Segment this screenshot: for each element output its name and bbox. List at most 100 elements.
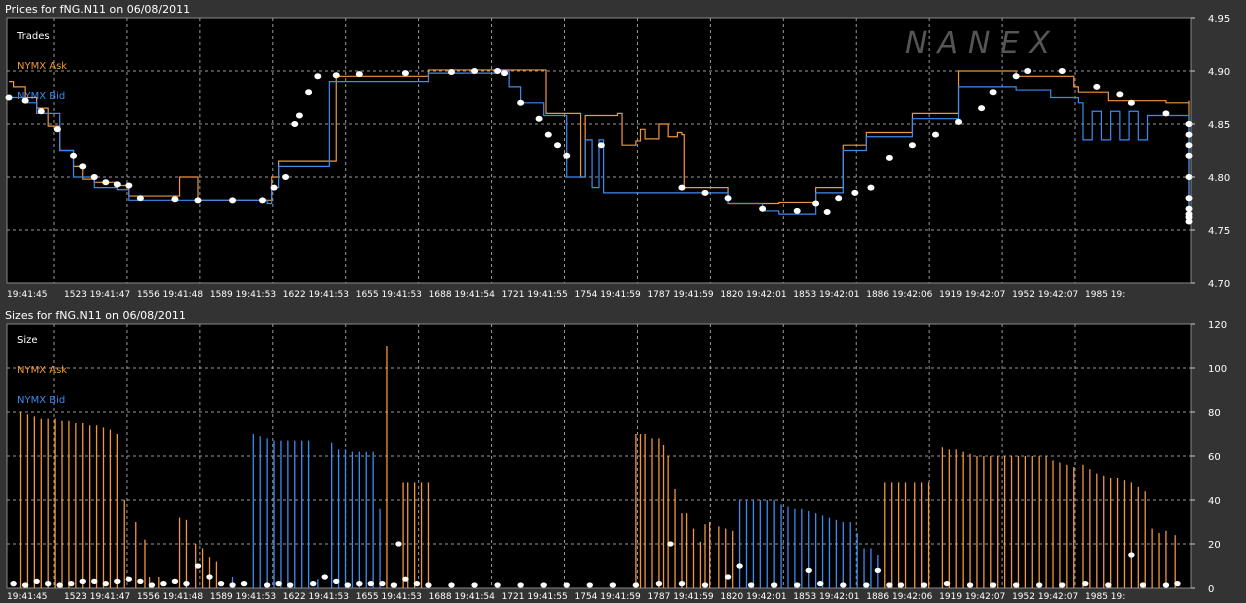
x-tick-label: 1589 19:41:53 [210,290,276,300]
trade-point [1093,83,1101,90]
trade-point [448,69,455,76]
y-tick-label: 40 [1208,496,1221,507]
trade-point [1012,73,1020,80]
x-tick-label: 1952 19:42:07 [1012,592,1078,602]
x-tick-label: 1754 19:41:59 [575,290,641,300]
x-tick-label: 1556 19:41:48 [137,290,203,300]
trade-point [908,142,916,149]
trade-point [1024,68,1032,74]
trade-size-point [310,581,317,587]
trade-size-point [286,582,294,588]
trade-size-point [1128,552,1135,558]
trade-size-point [724,574,732,580]
trade-size-point [1059,582,1066,588]
trade-point [113,181,121,188]
trade-point [136,195,144,202]
trade-point [332,72,340,79]
trade-point [554,142,562,149]
trade-size-point [68,581,75,587]
trade-point [1185,131,1193,138]
trade-size-point [678,581,686,587]
x-tick-label: 1952 19:42:07 [1012,290,1078,300]
trade-point [229,197,237,204]
trade-size-point [989,582,997,588]
trade-size-point [770,582,778,588]
legend-size-ask: NYMX Ask [17,365,67,376]
trade-size-point [632,582,640,588]
trade-point [37,108,45,115]
trade-point [1058,68,1066,74]
trade-point [931,131,939,138]
x-tick-label: 1523 19:41:47 [64,290,130,300]
x-tick-label: 1919 19:42:07 [939,592,1005,602]
trade-point [282,174,290,180]
trade-size-point [494,582,501,588]
trade-point [1185,152,1193,159]
trade-point [102,179,110,186]
trade-point [1116,91,1124,98]
x-tick-label: 1688 19:41:54 [429,290,495,300]
chart-canvas: NANEX Trades NYMX Ask NYMX Bid 4.954.904… [5,14,1230,602]
trade-point [978,105,986,112]
trade-point [1185,142,1193,149]
x-tick-label: 1820 19:42:01 [720,290,786,300]
trade-size-point [1012,582,1020,588]
y-tick-label: 0 [1208,584,1214,595]
trade-point [517,99,525,106]
trade-point [90,174,98,180]
x-tick-label: 1721 19:41:55 [502,290,568,300]
trade-point [295,112,303,119]
trade-size-point [448,582,455,588]
x-tick-label: 1655 19:41:53 [356,290,422,300]
x-tick-label: 1688 19:41:54 [429,592,495,602]
trade-size-point [1105,582,1112,588]
trade-point [305,89,313,96]
trade-size-point [1139,582,1147,588]
y-tick-label: 80 [1208,408,1221,419]
trade-size-point [609,582,617,588]
trade-point [471,68,479,74]
trade-size-point [333,578,340,585]
trade-point [355,71,363,78]
y-tick-label: 4.75 [1208,226,1230,237]
trade-point [823,208,831,215]
y-tick-label: 20 [1208,540,1221,551]
trade-size-point [356,581,363,587]
trade-size-point [540,582,547,588]
trade-size-point [206,574,213,580]
trade-size-point [44,581,52,587]
y-tick-label: 4.95 [1208,14,1230,25]
trade-point [793,207,801,214]
trade-point [125,182,133,189]
trade-point [867,184,875,191]
trade-point [70,152,78,159]
trade-size-point [655,581,663,587]
trade-size-point [148,582,156,588]
x-tick-label: 1853 19:42:01 [793,290,859,300]
trade-point [1185,218,1193,225]
trade-point [5,94,13,101]
trade-size-point [1174,581,1181,587]
trade-point [259,197,267,204]
trade-point [678,184,686,191]
trade-size-point [920,582,928,588]
trade-size-point [194,563,202,569]
trade-point [270,184,278,191]
trade-size-point [840,582,847,588]
x-tick-label: 1985 19: [1085,290,1125,300]
trade-size-point [794,582,801,588]
trade-point [314,73,322,80]
trade-point [501,70,509,77]
trade-size-point [79,578,86,585]
x-tick-label: 1919 19:42:07 [939,290,1005,300]
trade-size-point [1035,582,1043,588]
trade-size-point [1082,581,1089,587]
trade-size-point [886,582,893,588]
trade-size-point [33,578,40,585]
trade-point [563,152,571,159]
trade-point [1127,99,1135,106]
trade-size-point [344,582,351,588]
prices-y-axis: 4.95 4.90 4.85 4.80 4.75 4.70 [1191,14,1230,290]
trade-size-point [183,581,190,587]
trade-point [21,97,29,104]
